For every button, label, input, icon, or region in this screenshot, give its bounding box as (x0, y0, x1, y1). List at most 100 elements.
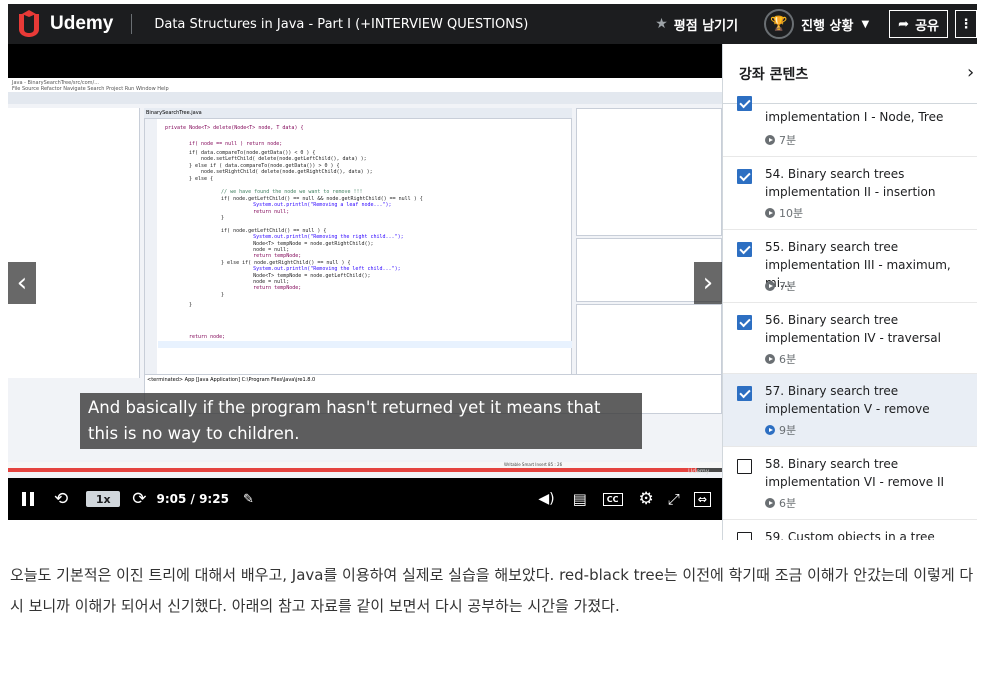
pause-button[interactable] (22, 492, 34, 506)
code-line: node.setRightChild( delete(node.getRight… (189, 169, 373, 175)
code-line: System.out.println("Removing the right c… (229, 234, 404, 240)
rewind-button[interactable]: ⟲ (54, 489, 68, 509)
course-title[interactable]: Data Structures in Java - Part I (+INTER… (154, 17, 655, 32)
ide-code-editor: private Node<T> delete(Node<T> node, T d… (144, 118, 572, 380)
lesson-item[interactable]: 59. Custom objects in a tree (723, 520, 977, 540)
lesson-checkbox[interactable] (737, 96, 752, 111)
lesson-duration: 7분 (765, 278, 796, 294)
chevron-left-icon: ‹ (16, 268, 28, 298)
lesson-duration-text: 10분 (779, 207, 804, 220)
udemy-logo[interactable]: Udemy (16, 10, 113, 38)
lesson-item[interactable]: 54. Binary search trees implementation I… (723, 157, 977, 230)
volume-button[interactable]: ◀) (538, 491, 554, 507)
play-circle-icon (765, 498, 775, 508)
play-circle-icon (765, 281, 775, 291)
expand-icon: ⤢ (667, 490, 680, 508)
time-display: 9:05 / 9:25 (156, 492, 229, 506)
cc-icon: CC (606, 494, 619, 504)
subtitle-caption: And basically if the program hasn't retu… (80, 393, 642, 449)
lesson-item[interactable]: 58. Binary search tree implementation VI… (723, 447, 977, 520)
rate-label: 평점 남기기 (673, 18, 739, 34)
lesson-duration: 6분 (765, 351, 796, 367)
sidebar-close-button[interactable]: › (967, 62, 974, 83)
lesson-item[interactable]: implementation I - Node, Tree 7분 (723, 96, 977, 157)
pause-bar-icon (30, 492, 34, 506)
lesson-checkbox[interactable] (737, 532, 752, 540)
lesson-title: implementation I - Node, Tree (765, 110, 944, 124)
more-icon: ⋮ (959, 16, 973, 32)
next-lecture-button[interactable]: › (694, 262, 722, 304)
rewind-icon: ⟲ (54, 489, 69, 509)
rate-button[interactable]: ★ 평점 남기기 (655, 15, 738, 34)
top-header: Udemy Data Structures in Java - Part I (… (8, 4, 977, 44)
transcript-icon: ▤ (572, 490, 587, 508)
transcript-button[interactable]: ▤ (573, 490, 587, 508)
captions-button[interactable]: CC (602, 492, 623, 506)
code-line: } (189, 302, 193, 308)
lesson-duration-text: 7분 (779, 280, 797, 293)
lesson-item[interactable]: 57. Binary search tree implementation V … (723, 374, 977, 447)
progress-button[interactable]: 🏆 진행 상황 ▼ (764, 9, 869, 39)
lesson-title: 59. Custom objects in a tree (765, 530, 935, 540)
code-line: return tempNode; (229, 285, 302, 291)
play-circle-icon (765, 354, 775, 364)
previous-lecture-button[interactable]: ‹ (8, 262, 36, 304)
ide-console-line: <terminated> App [Java Application] C:\P… (147, 377, 316, 383)
lesson-item[interactable]: 56. Binary search tree implementation IV… (723, 303, 977, 374)
code-line: private Node<T> delete(Node<T> node, T d… (165, 125, 304, 131)
code-line: if( node == null ) return node; (189, 141, 283, 147)
code-line: return node; (189, 334, 226, 340)
fullscreen-button[interactable]: ⤢ (668, 490, 680, 508)
settings-button[interactable]: ⚙ (639, 489, 654, 509)
article-body: 오늘도 기본적은 이진 트리에 대해서 배우고, Java를 이용하여 실제로 … (10, 566, 974, 615)
play-circle-icon (765, 135, 775, 145)
video-player[interactable]: Java - BinarySearchTree/src/com/... File… (8, 44, 722, 520)
video-progress-fill (8, 468, 697, 472)
lesson-checkbox[interactable] (737, 386, 752, 401)
ide-toolbar (8, 92, 722, 104)
lesson-checkbox[interactable] (737, 459, 752, 474)
add-note-button[interactable]: ✎ (243, 492, 254, 507)
header-divider (131, 14, 133, 34)
brand-name: Udemy (50, 13, 114, 34)
code-line: } (209, 292, 225, 298)
more-menu-button[interactable]: ⋮ (955, 10, 977, 38)
lesson-duration: 10분 (765, 205, 803, 221)
code-line: System.out.println("Removing the left ch… (229, 266, 401, 272)
caption-line-1: And basically if the program hasn't retu… (88, 398, 601, 417)
lesson-checkbox[interactable] (737, 169, 752, 184)
forward-button[interactable]: ⟳ (132, 489, 146, 509)
progress-label: 진행 상황 (801, 18, 854, 34)
ide-task-list (576, 108, 722, 236)
page: Udemy Data Structures in Java - Part I (… (0, 0, 983, 680)
play-circle-icon (765, 425, 775, 435)
lesson-checkbox[interactable] (737, 315, 752, 330)
note-icon: ✎ (242, 491, 254, 507)
lesson-item[interactable]: 55. Binary search tree implementation II… (723, 230, 977, 303)
sidebar-header: 강좌 콘텐츠 (723, 44, 977, 104)
player-controls: ⟲ 1x ⟳ 9:05 / 9:25 ✎ ◀) ▤ CC ⚙ ⤢ ⇔ (8, 478, 722, 520)
lesson-checkbox[interactable] (737, 242, 752, 257)
lesson-duration: 9분 (765, 422, 796, 438)
forward-icon: ⟳ (132, 489, 147, 509)
share-button[interactable]: ➦ 공유 (889, 10, 948, 38)
ide-current-line (158, 341, 572, 348)
share-label: 공유 (915, 18, 939, 34)
star-icon: ★ (655, 16, 668, 32)
chevron-right-icon: › (702, 268, 714, 298)
theater-mode-button[interactable]: ⇔ (693, 491, 711, 507)
trophy-icon: 🏆 (764, 9, 795, 39)
ide-title-bar: Java - BinarySearchTree/src/com/... File… (8, 78, 722, 92)
video-progress-bar[interactable] (8, 468, 722, 472)
lesson-title: 55. Binary search tree implementation II… (765, 240, 951, 290)
share-arrow-icon: ➦ (898, 16, 910, 32)
lesson-title: 56. Binary search tree implementation IV… (765, 313, 941, 345)
lesson-title: 54. Binary search trees implementation I… (765, 167, 936, 199)
code-line: // we have found the node we want to rem… (209, 189, 363, 195)
lesson-duration: 6분 (765, 495, 796, 511)
chevron-down-icon: ▼ (861, 18, 870, 30)
play-circle-icon (765, 208, 775, 218)
code-line: } (209, 215, 225, 221)
playback-speed-button[interactable]: 1x (86, 491, 121, 507)
ide-status-text: Writable Smart Insert 85 : 26 (504, 462, 563, 467)
